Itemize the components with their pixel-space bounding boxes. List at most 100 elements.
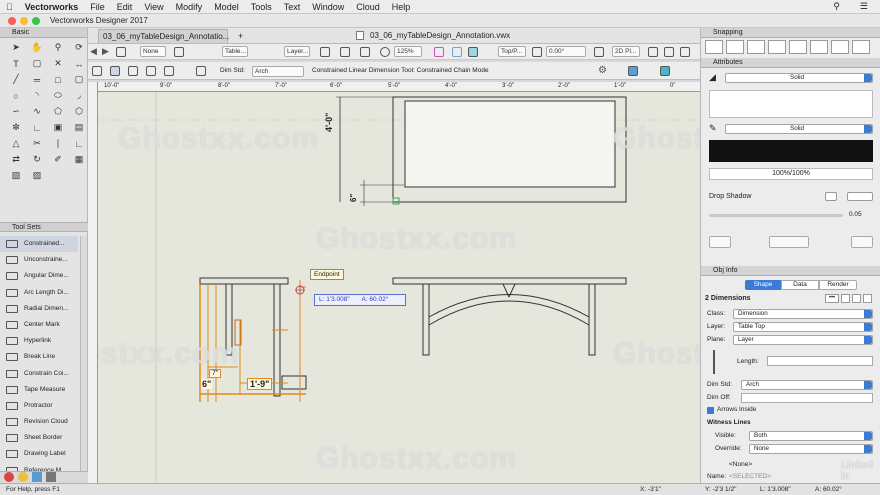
snap-distance-icon[interactable] [789, 40, 807, 54]
previous-view-icon[interactable] [360, 47, 370, 57]
dim-std-select[interactable]: Arch [741, 380, 873, 390]
line-weight-slider[interactable] [709, 214, 843, 217]
layer-select[interactable]: Layer... [284, 46, 310, 57]
render-mode-icon[interactable] [468, 47, 478, 57]
mode-baseline-icon[interactable] [128, 66, 138, 76]
name-field[interactable]: <SELECTED> [729, 473, 771, 480]
polygon-tool-icon[interactable]: ⬠ [48, 104, 68, 119]
callout-tool-icon[interactable]: ▢ [27, 56, 47, 71]
snap-grid-icon[interactable] [705, 40, 723, 54]
prev-object-icon[interactable] [841, 294, 850, 303]
forward-arrow-icon[interactable]: ▶ [102, 46, 109, 57]
polyline-tool-icon[interactable]: ∿ [27, 104, 47, 119]
saved-views-icon[interactable] [664, 47, 674, 57]
line-tool-icon[interactable]: ╱ [6, 72, 26, 87]
minimize-window-button[interactable] [20, 17, 28, 25]
display-settings-icon[interactable] [660, 66, 670, 76]
current-object-icon[interactable] [852, 294, 861, 303]
tab-shape[interactable]: Shape [745, 280, 781, 290]
clip-cube-icon[interactable] [434, 47, 444, 57]
apple-icon[interactable]:  [0, 2, 19, 12]
pan-tool-icon[interactable]: ✋ [27, 40, 47, 55]
freehand-tool-icon[interactable]: ∽ [6, 104, 26, 119]
length-field[interactable] [767, 356, 873, 366]
list-icon[interactable]: ☰ [854, 1, 874, 12]
fill-style-select[interactable]: Solid [725, 73, 873, 83]
rotate-tool-icon[interactable]: ↻ [27, 152, 47, 167]
tool-center-mark[interactable]: Center Mark [0, 317, 78, 333]
attribute-mapping-tool-icon[interactable]: ▦ [69, 152, 89, 167]
tool-hyperlink[interactable]: Hyperlink [0, 333, 78, 349]
visible-select[interactable]: Both [749, 431, 873, 441]
locus-tool-icon[interactable]: ✕ [48, 56, 68, 71]
tool-unconstrained-dim[interactable]: Unconstraine... [0, 252, 78, 268]
add-tab-icon[interactable]: + [238, 31, 243, 41]
pen-style-select[interactable]: Solid [725, 124, 873, 134]
layer-visibility-icon[interactable] [174, 47, 184, 57]
reshape-2-tool-icon[interactable]: ▨ [27, 168, 47, 183]
tab-render[interactable]: Render [819, 280, 857, 290]
double-line-tool-icon[interactable]: ═ [27, 72, 47, 87]
rotate-plan-icon[interactable] [532, 47, 542, 57]
standard-view-icon[interactable] [320, 47, 330, 57]
line-type-button[interactable] [769, 236, 809, 248]
tool-revision-cloud[interactable]: Revision Cloud [0, 414, 78, 430]
drawing-canvas[interactable]: 4'-0" 6" Endpoint L: 1'3.008" A: 60.02° … [98, 92, 700, 483]
drop-shadow-toggle[interactable] [825, 192, 837, 201]
mirror-tool-icon[interactable]: ⇄ [6, 152, 26, 167]
fit-to-objects-icon[interactable] [340, 47, 350, 57]
flyover-icon[interactable] [452, 47, 462, 57]
zoom-icon[interactable] [380, 47, 390, 57]
menu-model[interactable]: Model [208, 2, 245, 12]
zoom-window-button[interactable] [32, 17, 40, 25]
back-arrow-icon[interactable]: ◀ [90, 46, 97, 57]
snap-intersection-icon[interactable] [768, 40, 786, 54]
mode-multi-icon[interactable] [164, 66, 174, 76]
tool-sheet-border[interactable]: Sheet Border [0, 430, 78, 446]
search-icon[interactable]: ⚲ [827, 1, 846, 12]
tool-break-line[interactable]: Break Line [0, 349, 78, 365]
dimension-7in-label[interactable]: 7" [209, 369, 222, 378]
design-layer-select[interactable]: Table... [222, 46, 248, 57]
menu-edit[interactable]: Edit [111, 2, 139, 12]
working-plane-icon[interactable] [648, 47, 658, 57]
regular-polygon-tool-icon[interactable]: ⬡ [69, 104, 89, 119]
snap-working-plane-icon[interactable] [852, 40, 870, 54]
selection-tool-icon[interactable]: ➤ [6, 40, 26, 55]
dim-off-field[interactable] [741, 393, 873, 403]
clip-tool-icon[interactable]: ▣ [48, 120, 68, 135]
projection-select[interactable]: Top/P... [498, 46, 526, 57]
dim-std-select[interactable]: Arch [252, 66, 304, 77]
menu-window[interactable]: Window [306, 2, 350, 12]
eyedropper-tool-icon[interactable]: ✐ [48, 152, 68, 167]
arrows-inside-checkbox[interactable] [707, 407, 714, 414]
arc-tool-icon[interactable]: ◝ [27, 88, 47, 103]
tool-arc-length-dim[interactable]: Arc Length Di... [0, 285, 78, 301]
toolset-tab-more-icon[interactable] [46, 472, 56, 482]
rounded-rect-tool-icon[interactable]: ▢ [69, 72, 89, 87]
tool-preferences-icon[interactable] [196, 66, 206, 76]
flyover-tool-icon[interactable]: ⟳ [69, 40, 89, 55]
plane-select[interactable]: Layer [733, 335, 873, 345]
menu-cloud[interactable]: Cloud [350, 2, 386, 12]
toolset-tab-dims-icon[interactable] [4, 472, 14, 482]
more-icon[interactable]: ••• [825, 294, 839, 303]
dimension-1ft9-label[interactable]: 1'-9" [247, 378, 273, 390]
fillet-tool-icon[interactable]: ∟ [27, 120, 47, 135]
menu-modify[interactable]: Modify [170, 2, 209, 12]
tool-constrained-linear-dim[interactable]: Constrained... [0, 236, 78, 253]
class-select[interactable]: Dimension [733, 309, 873, 319]
zoom-select[interactable]: 125% [394, 46, 422, 57]
mode-ordinate-icon[interactable] [146, 66, 156, 76]
arrow-end-button[interactable] [851, 236, 873, 248]
visibility-icon[interactable] [680, 47, 690, 57]
opacity-field[interactable]: 100%/100% [709, 168, 873, 180]
menu-text[interactable]: Text [278, 2, 307, 12]
active-class-select[interactable]: None [140, 46, 166, 57]
snap-angle-icon[interactable] [747, 40, 765, 54]
menu-file[interactable]: File [84, 2, 111, 12]
tool-angular-dim[interactable]: Angular Dime... [0, 268, 78, 284]
toolset-tab-site-icon[interactable] [32, 472, 42, 482]
tool-protractor[interactable]: Protractor [0, 398, 78, 414]
layer-select[interactable]: Table Top [733, 322, 873, 332]
